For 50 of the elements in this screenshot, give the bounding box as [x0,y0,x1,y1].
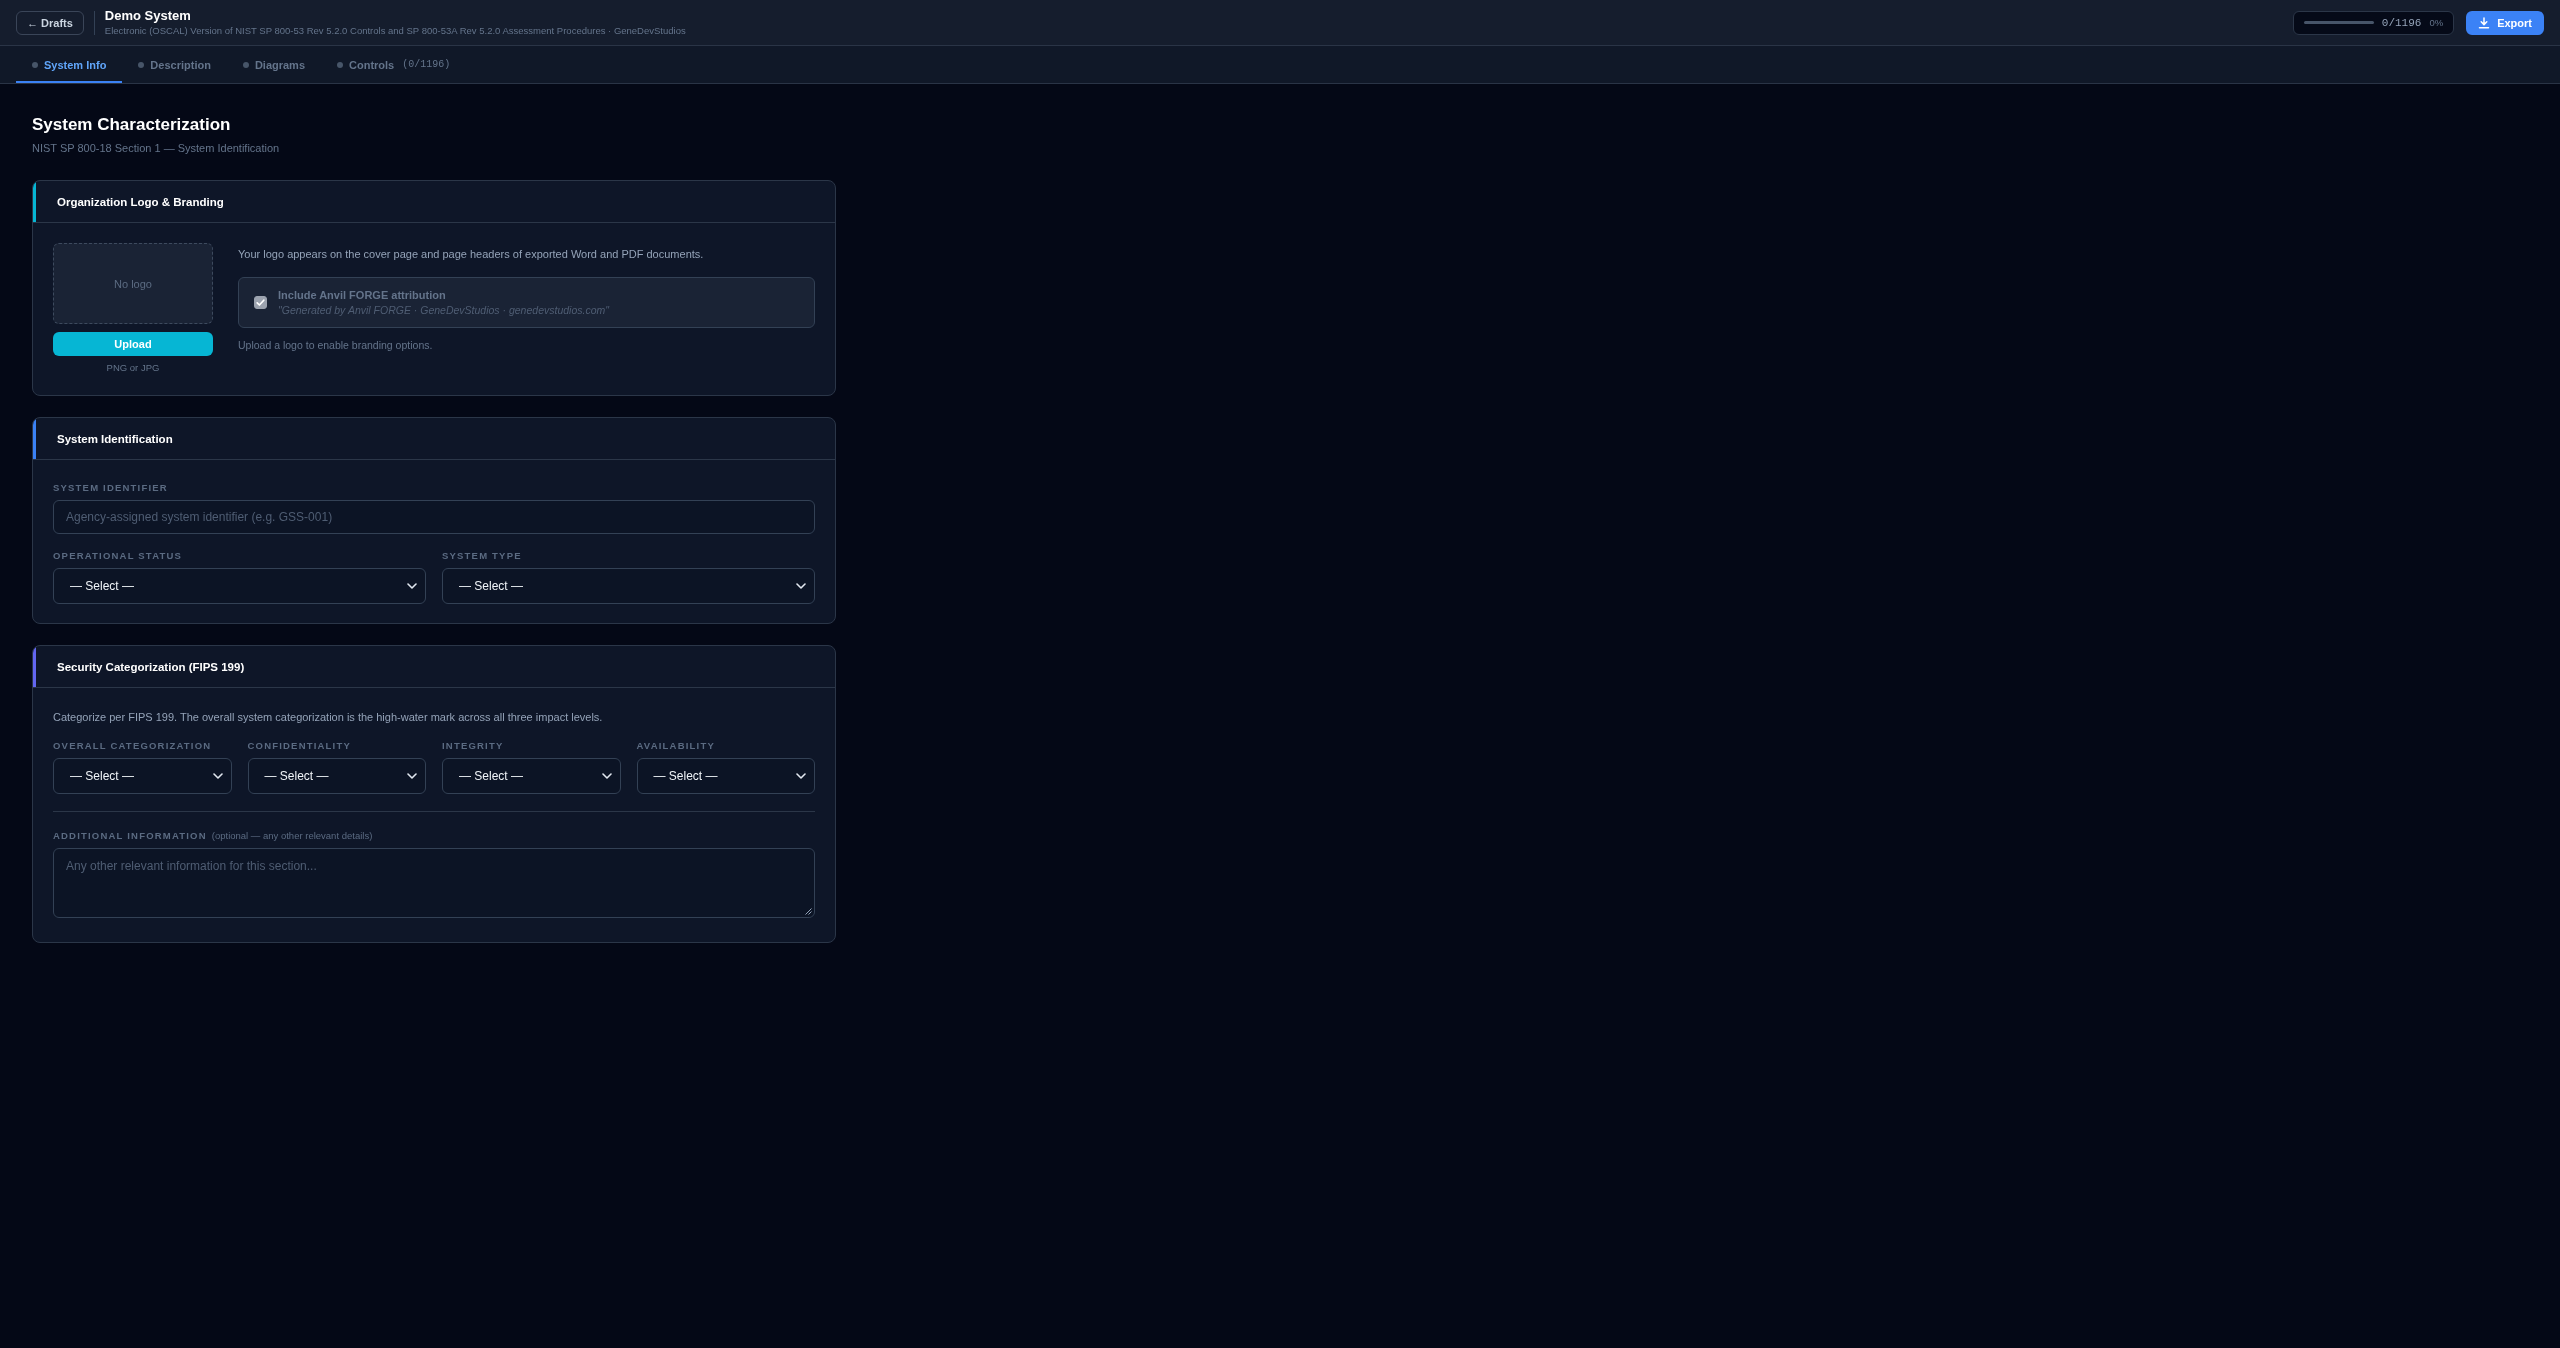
file-type-hint: PNG or JPG [106,362,160,374]
tab[interactable]: Description [122,46,227,83]
dropdown[interactable]: — Select — [247,758,426,794]
chevron-down-icon [796,773,806,779]
tab[interactable]: Controls (0/1196) [321,46,467,83]
field-label: SYSTEM IDENTIFIER [53,482,168,494]
section-title: Organization Logo & Branding [57,195,224,208]
progress-percent: 0% [2429,17,2444,28]
system-title: Demo System [104,8,192,24]
dropdown[interactable]: — Select — [442,758,621,794]
page-title: System Characterization [32,114,232,136]
categorization-description: Categorize per FIPS 199. The overall system categorization is the high-water mark across all three impact levels. [53,710,604,725]
status-dot-icon [138,61,145,68]
download-icon [2478,16,2491,29]
dropdown[interactable]: — Select — [53,568,426,604]
progress-count: 0/1196 [2381,16,2422,29]
section-title: System Identification [57,432,173,445]
tab[interactable]: System Info [16,46,123,83]
export-button[interactable]: Export [2466,10,2544,35]
system-subtitle: Electronic (OSCAL) Version of NIST SP 800-53 Rev 5.2.0 Controls and SP 800-53A Rev 5.2.0 Assessment Procedures · GeneDevStudios [104,25,686,37]
chevron-down-icon [407,773,417,779]
chevron-down-icon [212,773,223,779]
field-label: SYSTEM TYPE [442,550,522,562]
page-subtitle: NIST SP 800-18 Section 1 — System Identification [32,141,281,155]
field-label: ADDITIONAL INFORMATION [53,830,207,842]
chevron-down-icon [796,583,806,589]
field-label: AVAILABILITY [636,740,715,752]
status-dot-icon [32,61,38,68]
field-label: OVERALL CATEGORIZATION [53,740,212,752]
chevron-down-icon [601,773,612,779]
status-dot-icon [337,61,343,68]
attribution-preview: "Generated by Anvil FORGE · GeneDevStudios · genedevstudios.com" [278,304,609,317]
text-input[interactable]: Agency-assigned system identifier (e.g. GSS-001) [53,500,815,534]
field-hint: (optional — any other relevant details) [211,830,373,842]
resize-grip-icon[interactable] [805,908,812,915]
branding-description: Your logo appears on the cover page and page headers of exported Word and PDF documents. [238,247,705,262]
dropdown[interactable]: — Select — [53,758,232,794]
back-button[interactable]: ← Drafts [16,10,84,35]
chevron-down-icon [407,583,417,589]
dropdown[interactable]: — Select — [636,758,815,794]
field-label: CONFIDENTIALITY [247,740,351,752]
attribution-label: Include Anvil FORGE attribution [278,288,447,302]
field-label: INTEGRITY [442,740,504,752]
field-label: OPERATIONAL STATUS [53,550,183,562]
status-dot-icon [242,61,249,68]
tab[interactable]: Diagrams [226,46,321,83]
dropdown[interactable]: — Select — [442,568,815,604]
section-title: Security Categorization (FIPS 199) [57,660,245,673]
branding-note: Upload a logo to enable branding options. [238,338,434,352]
notes-textarea[interactable]: Any other relevant information for this section... [53,848,815,918]
